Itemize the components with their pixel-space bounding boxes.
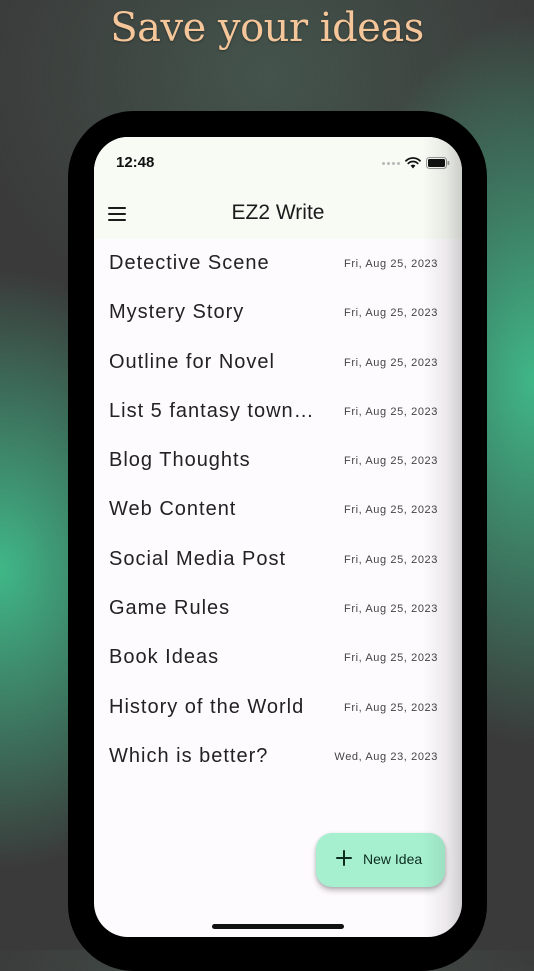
new-idea-label: New Idea bbox=[363, 851, 423, 867]
idea-title: Web Content bbox=[109, 498, 237, 521]
idea-title: Which is better? bbox=[109, 744, 269, 767]
status-time: 12:48 bbox=[116, 154, 155, 171]
battery-icon bbox=[426, 157, 450, 169]
idea-date: Fri, Aug 25, 2023 bbox=[344, 603, 438, 616]
idea-list: Detective Scene Fri, Aug 25, 2023 Mystery … bbox=[94, 239, 462, 781]
status-bar: 12:48 bbox=[94, 137, 462, 189]
idea-title: Detective Scene bbox=[109, 252, 270, 274]
app-screen: 12:48 EZ2 Write Detective Scene Fri, Aug … bbox=[94, 137, 462, 937]
new-idea-button[interactable]: New Idea bbox=[316, 833, 445, 887]
idea-title: List 5 fantasy town… bbox=[109, 399, 315, 422]
idea-title: History of the World bbox=[109, 695, 305, 718]
idea-title: Mystery Story bbox=[109, 301, 245, 324]
idea-date: Fri, Aug 25, 2023 bbox=[344, 652, 438, 665]
idea-list-item[interactable]: History of the World Fri, Aug 25, 2023 bbox=[94, 683, 462, 732]
idea-title: Book Ideas bbox=[109, 646, 220, 669]
idea-title: Game Rules bbox=[109, 597, 231, 620]
idea-list-item[interactable]: Blog Thoughts Fri, Aug 25, 2023 bbox=[94, 436, 462, 485]
idea-list-item[interactable]: Book Ideas Fri, Aug 25, 2023 bbox=[94, 633, 462, 682]
idea-list-item[interactable]: Web Content Fri, Aug 25, 2023 bbox=[94, 485, 462, 534]
idea-date: Fri, Aug 25, 2023 bbox=[344, 258, 438, 270]
wifi-icon bbox=[405, 157, 421, 169]
app-title: EZ2 Write bbox=[231, 201, 325, 224]
idea-title: Blog Thoughts bbox=[109, 449, 251, 472]
idea-title: Social Media Post bbox=[109, 547, 287, 570]
plus-icon bbox=[336, 850, 352, 866]
idea-date: Fri, Aug 25, 2023 bbox=[344, 455, 438, 468]
idea-list-item[interactable]: Mystery Story Fri, Aug 25, 2023 bbox=[94, 288, 462, 337]
idea-list-item[interactable]: Social Media Post Fri, Aug 25, 2023 bbox=[94, 535, 462, 584]
idea-list-item[interactable]: List 5 fantasy town… Fri, Aug 25, 2023 bbox=[94, 387, 462, 436]
promo-headline: Save your ideas bbox=[110, 5, 424, 51]
home-indicator bbox=[212, 924, 344, 929]
idea-list-item[interactable]: Outline for Novel Fri, Aug 25, 2023 bbox=[94, 338, 462, 387]
idea-list-item[interactable]: Which is better? Wed, Aug 23, 2023 bbox=[94, 732, 462, 781]
app-bar: EZ2 Write bbox=[94, 189, 462, 239]
idea-date: Fri, Aug 25, 2023 bbox=[344, 307, 438, 320]
idea-date: Fri, Aug 25, 2023 bbox=[344, 356, 438, 369]
idea-date: Fri, Aug 25, 2023 bbox=[344, 405, 438, 418]
idea-list-item[interactable]: Game Rules Fri, Aug 25, 2023 bbox=[94, 584, 462, 633]
idea-date: Fri, Aug 25, 2023 bbox=[344, 553, 438, 566]
status-icons bbox=[382, 156, 450, 170]
idea-date: Fri, Aug 25, 2023 bbox=[344, 504, 438, 517]
idea-list-item[interactable]: Detective Scene Fri, Aug 25, 2023 bbox=[94, 239, 462, 288]
idea-date: Fri, Aug 25, 2023 bbox=[344, 701, 438, 714]
idea-title: Outline for Novel bbox=[109, 350, 275, 373]
idea-date: Wed, Aug 23, 2023 bbox=[334, 750, 438, 763]
cellular-signal-icon bbox=[382, 161, 400, 165]
